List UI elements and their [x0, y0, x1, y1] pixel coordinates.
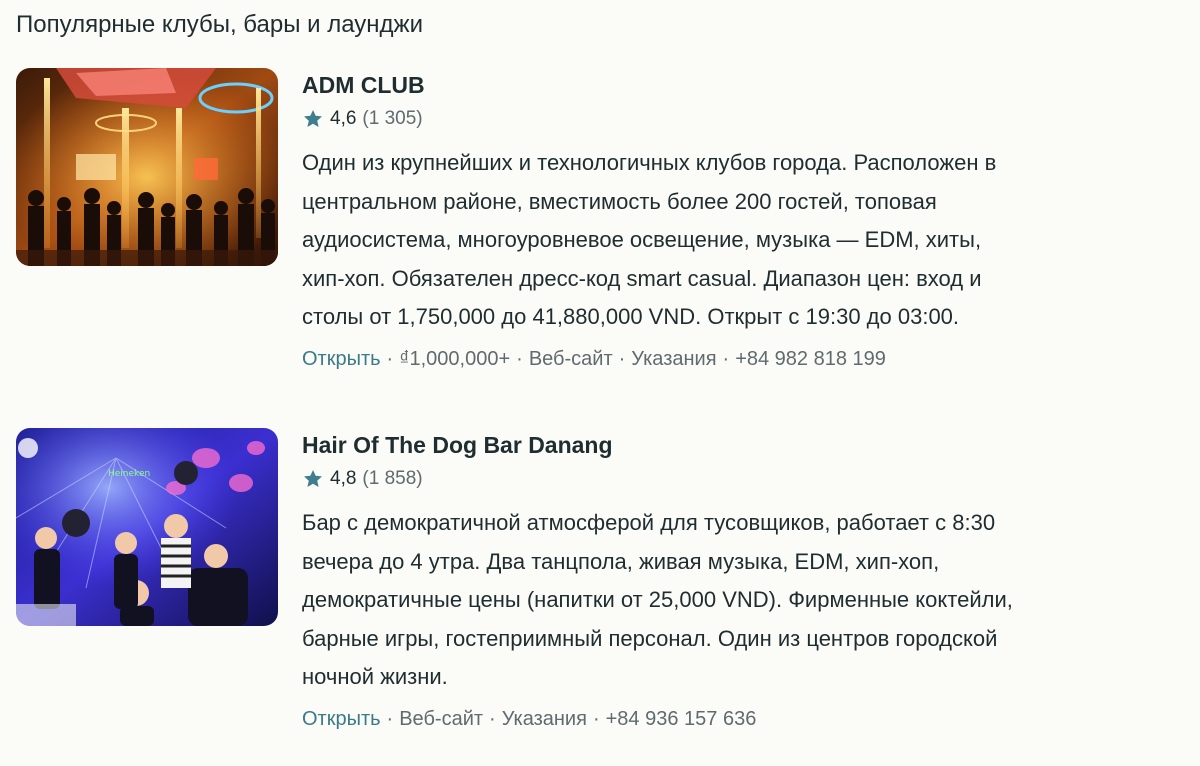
directions-link[interactable]: Указания: [502, 708, 587, 730]
section-title: Популярные клубы, бары и лаунджи: [16, 11, 423, 38]
phone-link[interactable]: +84 982 818 199: [735, 348, 886, 370]
open-status[interactable]: Открыть: [302, 348, 381, 370]
rating-row: 4,8 (1 858): [302, 462, 1162, 496]
separator: ·: [618, 347, 626, 370]
venue-photo[interactable]: [16, 68, 278, 266]
phone-link[interactable]: +84 936 157 636: [606, 708, 757, 730]
description-line: Бар с демократичной атмосферой для тусов…: [302, 510, 996, 535]
directions-link[interactable]: Указания: [631, 348, 716, 370]
venue-description: Бар с демократичной атмосферой для тусов…: [302, 504, 1102, 697]
star-icon: [304, 470, 322, 487]
description-line: хип-хоп. Обязателен дресс-код smart casu…: [302, 265, 982, 291]
venue-photo[interactable]: Heineken: [16, 428, 278, 626]
nightclub-photo-icon: [16, 68, 278, 266]
venue-links: Открыть · Веб-сайт · Указания · +84 936 157 63…: [302, 703, 1162, 735]
venue-name[interactable]: Hair Of The Dog Bar Danang: [302, 428, 1162, 462]
review-count[interactable]: (1 305): [362, 108, 422, 130]
separator: ·: [722, 347, 730, 370]
description-line: барные игры, гостеприимный персонал. Оди…: [302, 625, 998, 651]
venue-links: Открыть · ₫1,000,000+ · Веб-сайт · Указания · +8…: [302, 343, 1162, 375]
separator: ·: [489, 707, 496, 730]
separator: ·: [592, 707, 600, 730]
description-line: центральном районе, вместимость более 20…: [302, 188, 937, 214]
description-line: аудиосистема, многоуровневое освещение, …: [302, 227, 982, 252]
website-link[interactable]: Веб-сайт: [529, 348, 613, 370]
separator: ·: [516, 347, 523, 370]
rating-row: 4,6 (1 305): [302, 102, 1162, 136]
star-icon: [304, 110, 322, 127]
description-line: ночной жизни.: [302, 664, 448, 689]
website-link[interactable]: Веб-сайт: [399, 708, 483, 730]
review-count[interactable]: (1 858): [362, 468, 422, 490]
rating-value: 4,6: [330, 108, 357, 129]
description-line: Один из крупнейших и технологичных клубо…: [302, 150, 997, 175]
separator: ·: [386, 707, 394, 730]
open-status[interactable]: Открыть: [302, 708, 381, 730]
bar-party-photo-icon: Heineken: [16, 428, 278, 626]
venue-name[interactable]: ADM CLUB: [302, 68, 1162, 102]
rating-value: 4,8: [330, 468, 357, 489]
venue-description: Один из крупнейших и технологичных клубо…: [302, 144, 1102, 337]
separator: ·: [386, 347, 394, 370]
description-line: демократичные цены (напитки от 25,000 VN…: [302, 587, 1013, 612]
description-line: вечера до 4 утра. Два танцпола, живая му…: [302, 548, 940, 574]
svg-text:Heineken: Heineken: [108, 469, 150, 479]
price-level: ₫1,000,000+: [399, 347, 511, 370]
description-line: столы от 1,750,000 до 41,880,000 VND. От…: [302, 304, 960, 329]
